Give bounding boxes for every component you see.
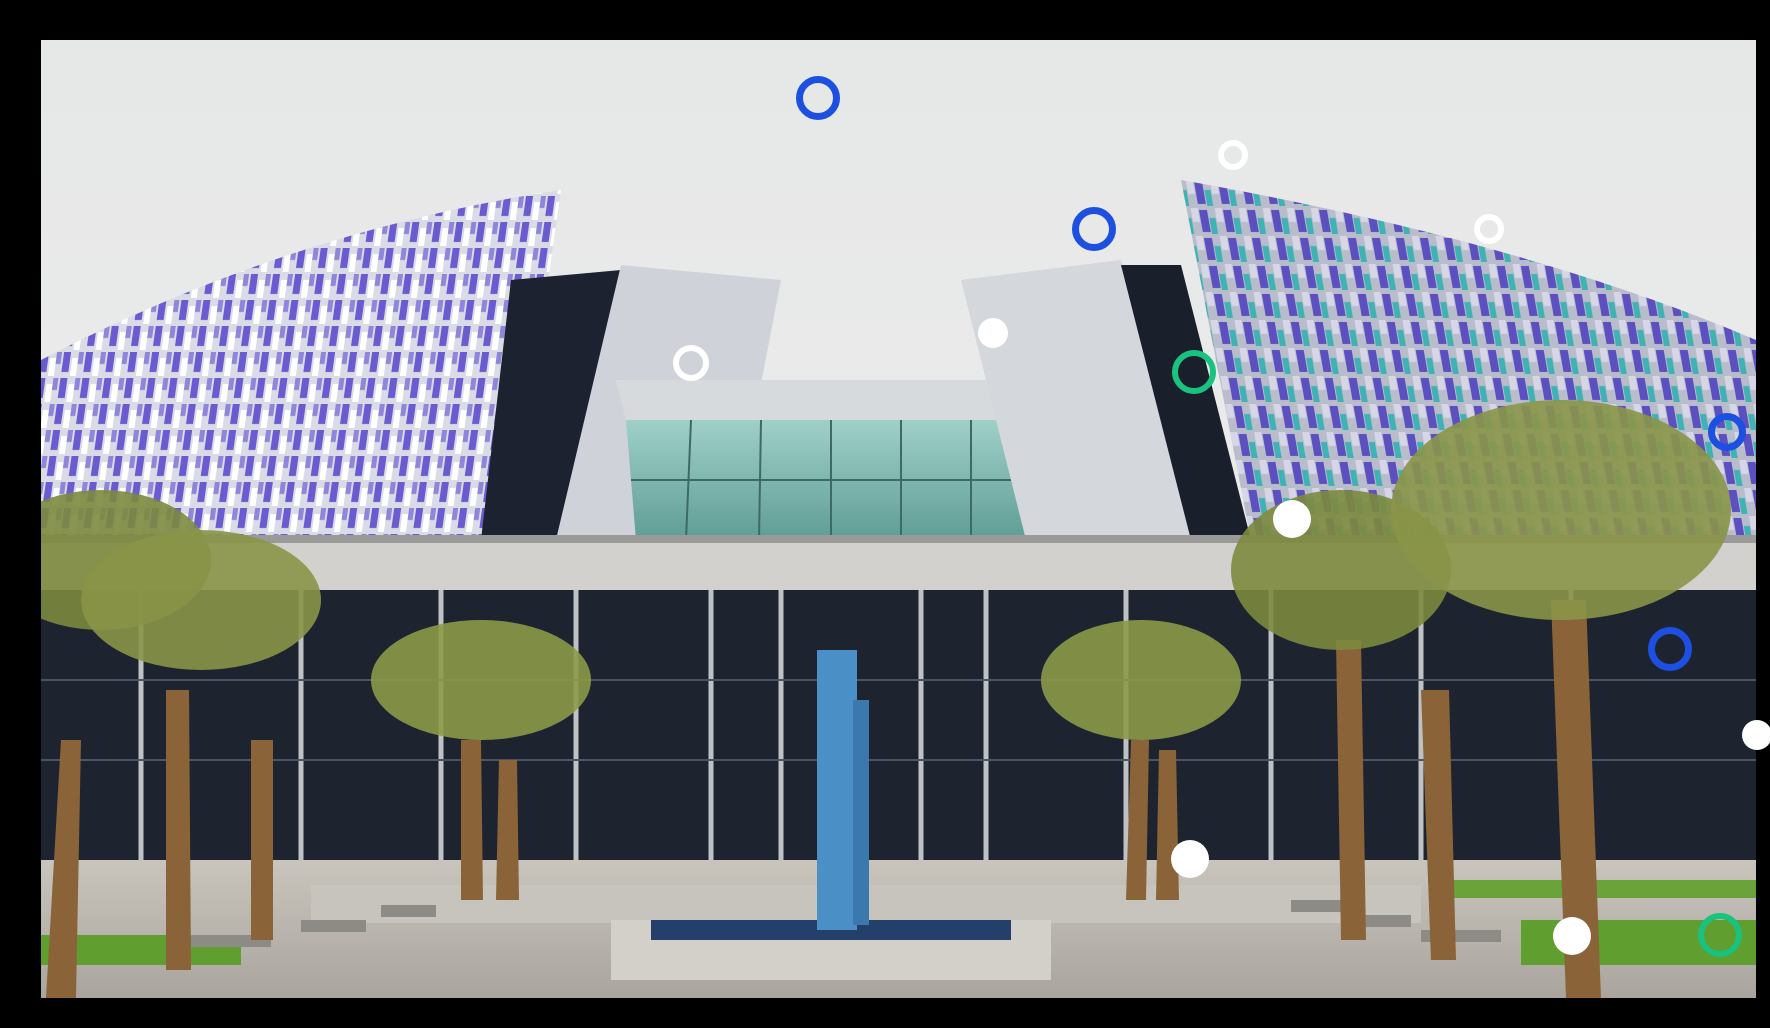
white-dot-marker: [1742, 720, 1770, 750]
building-photo: [41, 40, 1756, 998]
blue-ring-marker: [1072, 207, 1116, 251]
white-dot-marker: [1553, 917, 1591, 955]
photo-illustration: [41, 40, 1756, 998]
green-ring-marker: [1172, 350, 1216, 394]
white-ring-marker: [1218, 140, 1248, 170]
white-dot-marker: [1171, 840, 1209, 878]
blue-ring-marker: [796, 76, 840, 120]
black-frame: [0, 0, 1770, 1028]
blue-ring-marker: [1708, 413, 1746, 451]
white-ring-marker: [673, 345, 709, 381]
white-dot-marker: [978, 318, 1008, 348]
blue-ring-marker: [1648, 627, 1692, 671]
white-dot-marker: [1273, 500, 1311, 538]
white-ring-marker: [1474, 214, 1504, 244]
green-ring-marker: [1698, 913, 1742, 957]
